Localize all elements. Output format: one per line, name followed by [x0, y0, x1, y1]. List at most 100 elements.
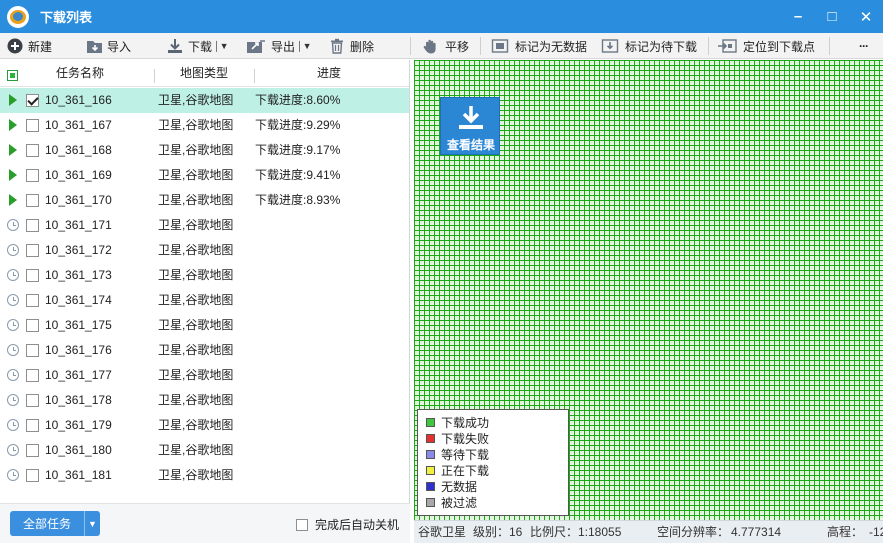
map-type: 卫星,谷歌地图 [158, 368, 234, 382]
import-button[interactable]: 导入 [86, 33, 131, 59]
table-row[interactable]: 10_361_168 卫星,谷歌地图 下载进度:9.17% [0, 138, 409, 163]
export-dropdown-icon[interactable]: │▼ [297, 41, 312, 51]
table-row[interactable]: 10_361_167 卫星,谷歌地图 下载进度:9.29% [0, 113, 409, 138]
row-checkbox[interactable] [26, 294, 39, 307]
table-row[interactable]: 10_361_177 卫星,谷歌地图 [0, 363, 409, 388]
download-button[interactable]: 下载 │▼ [167, 33, 229, 59]
table-row[interactable]: 10_361_181 卫星,谷歌地图 [0, 463, 409, 488]
view-result-button[interactable]: 查看结果 [440, 97, 500, 155]
delete-button[interactable]: 删除 [329, 33, 374, 59]
row-checkbox[interactable] [26, 344, 39, 357]
scale-label: 比例尺： [530, 525, 579, 539]
toolbar-divider [708, 37, 709, 55]
chevron-down-icon[interactable]: ▼ [84, 511, 100, 536]
map-type: 卫星,谷歌地图 [158, 168, 234, 182]
play-icon [7, 119, 19, 131]
pan-label: 平移 [445, 39, 470, 54]
column-divider[interactable] [254, 69, 255, 83]
table-row[interactable]: 10_361_166 卫星,谷歌地图 下载进度:8.60% [0, 88, 409, 113]
clock-icon [7, 244, 19, 256]
elevation-label: 高程： [827, 525, 864, 539]
column-map-type[interactable]: 地图类型 [180, 60, 228, 87]
hand-pan-icon [421, 38, 440, 54]
legend-label: 正在下载 [441, 463, 490, 478]
row-checkbox[interactable] [26, 244, 39, 257]
row-checkbox[interactable] [26, 94, 39, 107]
map-type: 卫星,谷歌地图 [158, 143, 234, 157]
row-checkbox[interactable] [26, 144, 39, 157]
task-name: 10_361_174 [45, 293, 112, 307]
row-checkbox[interactable] [26, 319, 39, 332]
column-divider[interactable] [154, 69, 155, 83]
row-checkbox[interactable] [26, 394, 39, 407]
mark-no-data-button[interactable]: 标记为无数据 [490, 33, 587, 59]
pan-button[interactable]: 平移 [421, 33, 469, 59]
task-name: 10_361_172 [45, 243, 112, 257]
legend-swatch [426, 433, 435, 443]
map-tile-grid[interactable]: 查看结果 下载成功 下载失败 等待下载 正在下载 无数据 被过滤 [414, 60, 883, 520]
plus-icon [7, 38, 23, 54]
table-row[interactable]: 10_361_172 卫星,谷歌地图 [0, 238, 409, 263]
table-row[interactable]: 10_361_170 卫星,谷歌地图 下载进度:8.93% [0, 188, 409, 213]
row-checkbox[interactable] [26, 469, 39, 482]
task-list-header: 任务名称 地图类型 进度 [0, 60, 409, 87]
select-box-icon [490, 38, 510, 54]
map-type: 卫星,谷歌地图 [158, 118, 234, 132]
table-row[interactable]: 10_361_179 卫星,谷歌地图 [0, 413, 409, 438]
level-label: 级别： [473, 525, 510, 539]
table-row[interactable]: 10_361_173 卫星,谷歌地图 [0, 263, 409, 288]
scale-value: 1:18055 [578, 525, 622, 539]
map-type: 卫星,谷歌地图 [158, 268, 234, 282]
row-checkbox[interactable] [26, 169, 39, 182]
row-checkbox[interactable] [26, 419, 39, 432]
download-dropdown-icon[interactable]: │▼ [214, 41, 229, 51]
clock-icon [7, 394, 19, 406]
table-row[interactable]: 10_361_175 卫星,谷歌地图 [0, 313, 409, 338]
column-progress[interactable]: 进度 [317, 60, 341, 87]
legend-label: 无数据 [441, 479, 478, 494]
auto-shutdown-option[interactable]: 完成后自动关机 [296, 516, 399, 533]
new-label: 新建 [28, 39, 53, 54]
minimize-button[interactable]: – [781, 0, 815, 33]
row-checkbox[interactable] [26, 269, 39, 282]
maximize-button[interactable]: □ [815, 0, 849, 33]
progress-text: 下载进度:9.41% [255, 168, 341, 182]
column-task-name[interactable]: 任务名称 [56, 60, 104, 87]
export-button[interactable]: 导出 │▼ [246, 33, 312, 59]
table-row[interactable]: 10_361_171 卫星,谷歌地图 [0, 213, 409, 238]
locate-button[interactable]: 定位到下载点 [716, 33, 815, 59]
map-type: 卫星,谷歌地图 [158, 318, 234, 332]
progress-text: 下载进度:8.60% [255, 93, 341, 107]
close-button[interactable]: ✕ [849, 0, 883, 33]
select-all-checkbox[interactable] [7, 70, 18, 81]
map-legend: 下载成功 下载失败 等待下载 正在下载 无数据 被过滤 [417, 409, 569, 516]
row-checkbox[interactable] [26, 444, 39, 457]
table-row[interactable]: 10_361_176 卫星,谷歌地图 [0, 338, 409, 363]
mark-no-data-label: 标记为无数据 [515, 39, 588, 54]
task-name: 10_361_167 [45, 118, 112, 132]
elevation-value: -12 [869, 525, 883, 539]
map-type: 卫星,谷歌地图 [158, 418, 234, 432]
table-row[interactable]: 10_361_178 卫星,谷歌地图 [0, 388, 409, 413]
legend-item: 等待下载 [426, 446, 568, 462]
more-button[interactable]: ··· [859, 33, 869, 59]
toolbar: 新建 导入 下载 │▼ 导出 │▼ 删除 平移 标记为无数据 标记为待下载 定位… [0, 33, 883, 59]
all-tasks-dropdown[interactable]: 全部任务 ▼ [10, 511, 100, 536]
locate-icon [716, 38, 738, 54]
all-tasks-label: 全部任务 [22, 517, 71, 531]
new-button[interactable]: 新建 [7, 33, 52, 59]
table-row[interactable]: 10_361_169 卫星,谷歌地图 下载进度:9.41% [0, 163, 409, 188]
download-label: 下载 [188, 39, 213, 54]
row-checkbox[interactable] [26, 219, 39, 232]
table-row[interactable]: 10_361_174 卫星,谷歌地图 [0, 288, 409, 313]
mark-pending-button[interactable]: 标记为待下载 [600, 33, 697, 59]
task-name: 10_361_181 [45, 468, 112, 482]
row-checkbox[interactable] [26, 369, 39, 382]
map-type: 卫星,谷歌地图 [158, 293, 234, 307]
clock-icon [7, 344, 19, 356]
window-title: 下载列表 [40, 10, 93, 25]
table-row[interactable]: 10_361_180 卫星,谷歌地图 [0, 438, 409, 463]
row-checkbox[interactable] [26, 194, 39, 207]
row-checkbox[interactable] [26, 119, 39, 132]
auto-shutdown-checkbox[interactable] [296, 518, 308, 531]
